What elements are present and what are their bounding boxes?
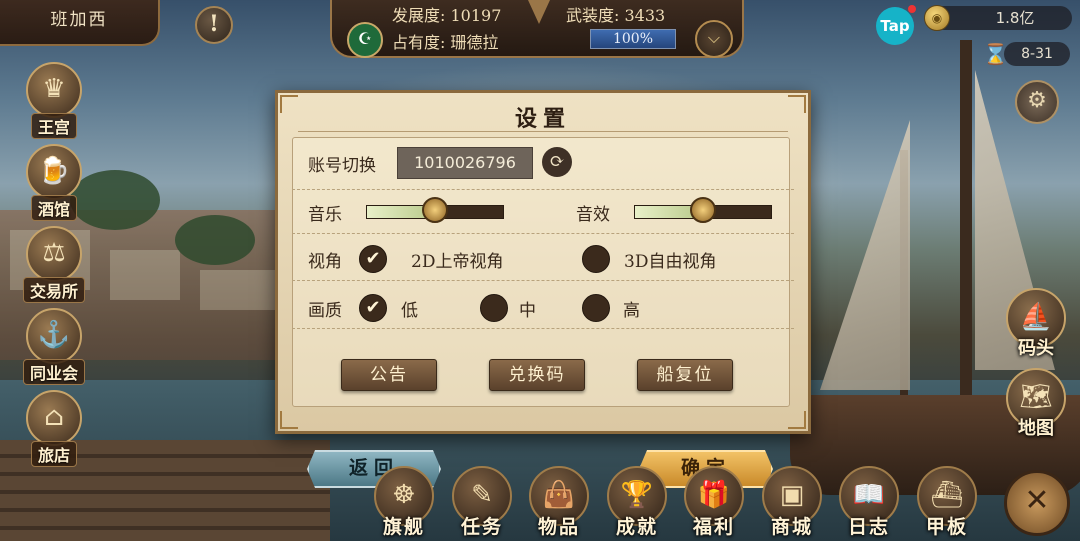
- occupancy-stat: 占有度: 珊德拉: [392, 33, 499, 52]
- beer-mug-icon: 🍺: [26, 144, 82, 200]
- account-switch-label: 账号切换: [308, 156, 376, 176]
- nav-label: 物品: [537, 516, 580, 538]
- account-id-field: 1010026796: [397, 147, 533, 179]
- quality-low-radio[interactable]: ✔: [359, 294, 387, 322]
- anchor-shield-icon: ⚓: [26, 308, 82, 364]
- nav-journal[interactable]: 📖 日志: [834, 466, 904, 539]
- sidebar-item-label: 同业会: [22, 359, 85, 385]
- palm-tree: [175, 215, 255, 265]
- sidebar-item-label: 码头: [1018, 338, 1054, 359]
- sfx-volume-slider[interactable]: [634, 197, 772, 223]
- nav-flagship[interactable]: ☸ 旗舰: [369, 466, 439, 539]
- sfx-label: 音效: [576, 205, 610, 225]
- quality-label: 画质: [308, 301, 342, 321]
- row-divider: [292, 328, 794, 329]
- nation-flag-icon: ☪: [347, 22, 383, 58]
- view-2d-radio[interactable]: ✔: [359, 245, 387, 273]
- nav-shop[interactable]: ▣ 商城: [757, 466, 827, 539]
- ship-reset-button[interactable]: 船复位: [637, 359, 733, 391]
- city-name-tab[interactable]: 班加西: [0, 0, 160, 46]
- gold-coin-icon: ◉: [924, 5, 950, 31]
- notification-dot: [908, 5, 916, 13]
- scales-icon: ⚖: [26, 226, 82, 282]
- switch-account-icon[interactable]: ⟳: [542, 147, 572, 177]
- nav-label: 旗舰: [382, 516, 425, 538]
- nav-label: 成就: [615, 516, 658, 538]
- sidebar-item-map[interactable]: 🗺 地图: [1004, 368, 1068, 440]
- view-label: 视角: [308, 252, 342, 272]
- sfx-slider-handle[interactable]: [690, 197, 716, 223]
- quality-high-label: 高: [623, 301, 640, 321]
- crown-icon: ♛: [26, 62, 82, 118]
- nav-label: 任务: [460, 516, 503, 538]
- gold-amount: 1.8亿: [995, 9, 1035, 27]
- development-stat: 发展度: 10197: [392, 6, 502, 25]
- view-2d-label: 2D上帝视角: [411, 252, 504, 272]
- sidebar-item-palace[interactable]: ♛ 王宫: [20, 62, 88, 139]
- row-divider: [292, 280, 794, 281]
- music-volume-slider[interactable]: [366, 197, 504, 223]
- armament-stat: 武装度: 3433: [566, 6, 666, 25]
- music-slider-handle[interactable]: [422, 197, 448, 223]
- sidebar-item-label: 交易所: [22, 277, 85, 303]
- sidebar-item-dock[interactable]: ⛵ 码头: [1004, 288, 1068, 360]
- quality-mid-radio[interactable]: [480, 294, 508, 322]
- dialog-corner-ornament: [280, 411, 298, 429]
- taptap-logo-icon[interactable]: Tap: [876, 7, 914, 45]
- nav-label: 商城: [770, 516, 813, 538]
- view-3d-radio[interactable]: [582, 245, 610, 273]
- nav-achievements[interactable]: 🏆 成就: [602, 466, 672, 539]
- music-label: 音乐: [308, 205, 342, 225]
- chevron-down-icon[interactable]: ⌵: [695, 20, 733, 58]
- redeem-code-button[interactable]: 兑换码: [489, 359, 585, 391]
- quality-low-label: 低: [401, 301, 418, 321]
- sidebar-item-label: 旅店: [30, 441, 77, 467]
- dialog-title: 设置: [514, 106, 571, 132]
- gear-icon[interactable]: ⚙: [1015, 80, 1059, 124]
- notice-button[interactable]: 公告: [341, 359, 437, 391]
- view-3d-label: 3D自由视角: [624, 252, 717, 272]
- occupancy-progress-bar: 100%: [590, 29, 676, 49]
- sidebar-item-inn[interactable]: ⌂ 旅店: [20, 390, 88, 467]
- sidebar-item-label: 酒馆: [30, 195, 77, 221]
- game-date: 8-31: [1021, 46, 1053, 62]
- nav-label: 福利: [692, 516, 735, 538]
- settings-dialog: 设置 账号切换 1010026796 ⟳ 音乐 音效 视角 ✔ 2D上帝视角 3…: [275, 90, 811, 434]
- sidebar-item-tavern[interactable]: 🍺 酒馆: [20, 144, 88, 221]
- quality-high-radio[interactable]: [582, 294, 610, 322]
- hourglass-icon: ⌛: [983, 42, 1008, 66]
- nav-label: 日志: [847, 516, 890, 538]
- nav-items[interactable]: 👜 物品: [524, 466, 594, 539]
- dialog-corner-ornament: [788, 411, 806, 429]
- row-divider: [292, 189, 794, 190]
- sidebar-item-exchange[interactable]: ⚖ 交易所: [20, 226, 88, 303]
- quality-mid-label: 中: [519, 301, 536, 321]
- nav-welfare[interactable]: 🎁 福利: [679, 466, 749, 539]
- inn-icon: ⌂: [26, 390, 82, 446]
- sidebar-item-guild[interactable]: ⚓ 同业会: [20, 308, 88, 385]
- title-divider: [298, 131, 788, 132]
- nav-quests[interactable]: ✎ 任务: [447, 466, 517, 539]
- sidebar-item-label: 地图: [1018, 418, 1054, 439]
- row-divider: [292, 233, 794, 234]
- ship-mast: [960, 40, 972, 420]
- sidebar-item-label: 王宫: [30, 113, 77, 139]
- nav-label: 甲板: [925, 516, 968, 538]
- nav-deck[interactable]: ⛴ 甲板: [912, 466, 982, 539]
- alert-icon[interactable]: !: [195, 6, 233, 44]
- close-menu-icon[interactable]: ✕: [1004, 470, 1070, 536]
- occupancy-percent: 100%: [612, 31, 654, 47]
